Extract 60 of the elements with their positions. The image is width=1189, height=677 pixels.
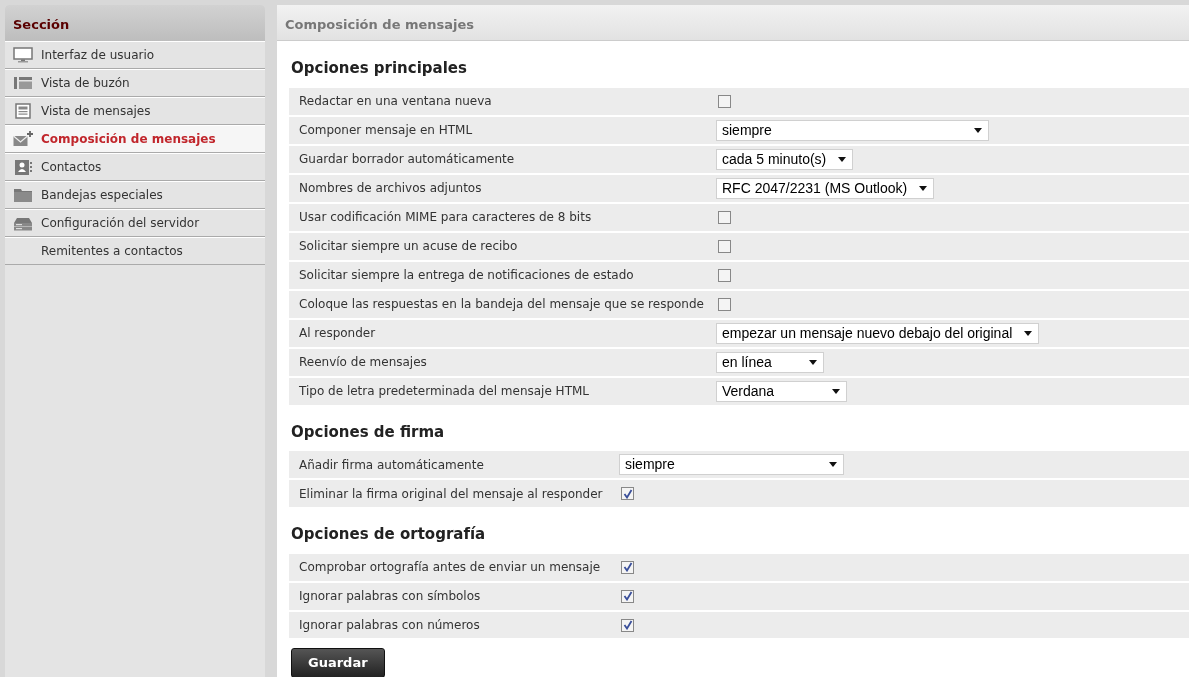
checkbox[interactable]	[621, 560, 634, 574]
option-label: Usar codificación MIME para caracteres de 8 bits	[299, 209, 593, 226]
dropdown[interactable]: RFC 2047/2231 (MS Outlook)	[716, 177, 935, 199]
sidebar-item[interactable]: Vista de buzón	[5, 69, 265, 97]
option-label: Ignorar palabras con símbolos	[299, 588, 482, 605]
sidebar-item[interactable]: Interfaz de usuario	[5, 41, 265, 69]
option-label: Solicitar siempre un acuse de recibo	[299, 238, 519, 255]
caret-icon	[809, 359, 817, 365]
dropdown[interactable]: Verdana	[716, 380, 847, 402]
option-label: Al responder	[299, 325, 377, 342]
checkbox[interactable]	[718, 94, 731, 108]
save-button[interactable]: Guardar	[291, 648, 385, 677]
option-label: Reenvío de mensajes	[299, 354, 428, 371]
sidebar-title: Sección	[5, 5, 265, 41]
dropdown[interactable]: en línea	[716, 351, 824, 373]
envelope-plus-icon	[13, 131, 33, 147]
option-label: Redactar en una ventana nueva	[299, 93, 493, 110]
checkbox[interactable]	[621, 589, 634, 603]
option-label: Componer mensaje en HTML	[299, 122, 474, 139]
section-heading: Opciones de firma	[291, 421, 446, 443]
dropdown[interactable]: siempre	[619, 454, 844, 475]
option-label: Solicitar siempre la entrega de notificaciones de estado	[299, 267, 635, 284]
dropdown[interactable]: siempre	[716, 119, 989, 141]
option-label: Añadir firma automáticamente	[299, 456, 485, 474]
list-icon	[13, 75, 33, 91]
section-heading: Opciones de ortografía	[291, 524, 487, 545]
option-label: Comprobar ortografía antes de enviar un mensaje	[299, 559, 602, 576]
contact-card-icon	[13, 159, 33, 175]
option-label: Eliminar la firma original del mensaje al responder	[299, 485, 604, 503]
option-label: Nombres de archivos adjuntos	[299, 180, 483, 197]
option-label: Coloque las respuestas en la bandeja del mensaje que se responde	[299, 296, 705, 313]
option-label: Ignorar palabras con números	[299, 617, 481, 634]
sidebar-item[interactable]: Configuración del servidor	[5, 209, 265, 237]
sidebar-item[interactable]: Composición de mensajes	[5, 125, 265, 153]
option-label: Tipo de letra predeterminada del mensaje HTML	[299, 383, 590, 400]
folder-icon	[13, 187, 33, 203]
caret-icon	[829, 462, 837, 467]
dropdown[interactable]: empezar un mensaje nuevo debajo del original	[716, 322, 1040, 344]
option-label: Guardar borrador automáticamente	[299, 151, 516, 168]
document-icon	[13, 103, 33, 119]
server-icon	[13, 215, 33, 231]
sidebar-item[interactable]: Contactos	[5, 153, 265, 181]
checkbox[interactable]	[621, 487, 634, 500]
monitor-icon	[13, 47, 33, 63]
caret-icon	[1024, 330, 1033, 336]
caret-icon	[838, 156, 847, 162]
caret-icon	[832, 388, 840, 394]
checkbox[interactable]	[718, 239, 731, 253]
sidebar-item[interactable]: Remitentes a contactos	[5, 237, 265, 265]
sidebar-item[interactable]: Bandejas especiales	[5, 181, 265, 209]
caret-icon	[974, 127, 982, 133]
checkbox[interactable]	[621, 618, 634, 632]
sidebar-item[interactable]: Vista de mensajes	[5, 97, 265, 125]
caret-icon	[919, 185, 928, 191]
checkbox[interactable]	[718, 297, 731, 311]
section-heading: Opciones principales	[291, 58, 468, 79]
panel-title: Composición de mensajes	[277, 5, 1189, 41]
dropdown[interactable]: cada 5 minuto(s)	[716, 148, 854, 170]
checkbox[interactable]	[718, 268, 731, 282]
checkbox[interactable]	[718, 210, 731, 224]
